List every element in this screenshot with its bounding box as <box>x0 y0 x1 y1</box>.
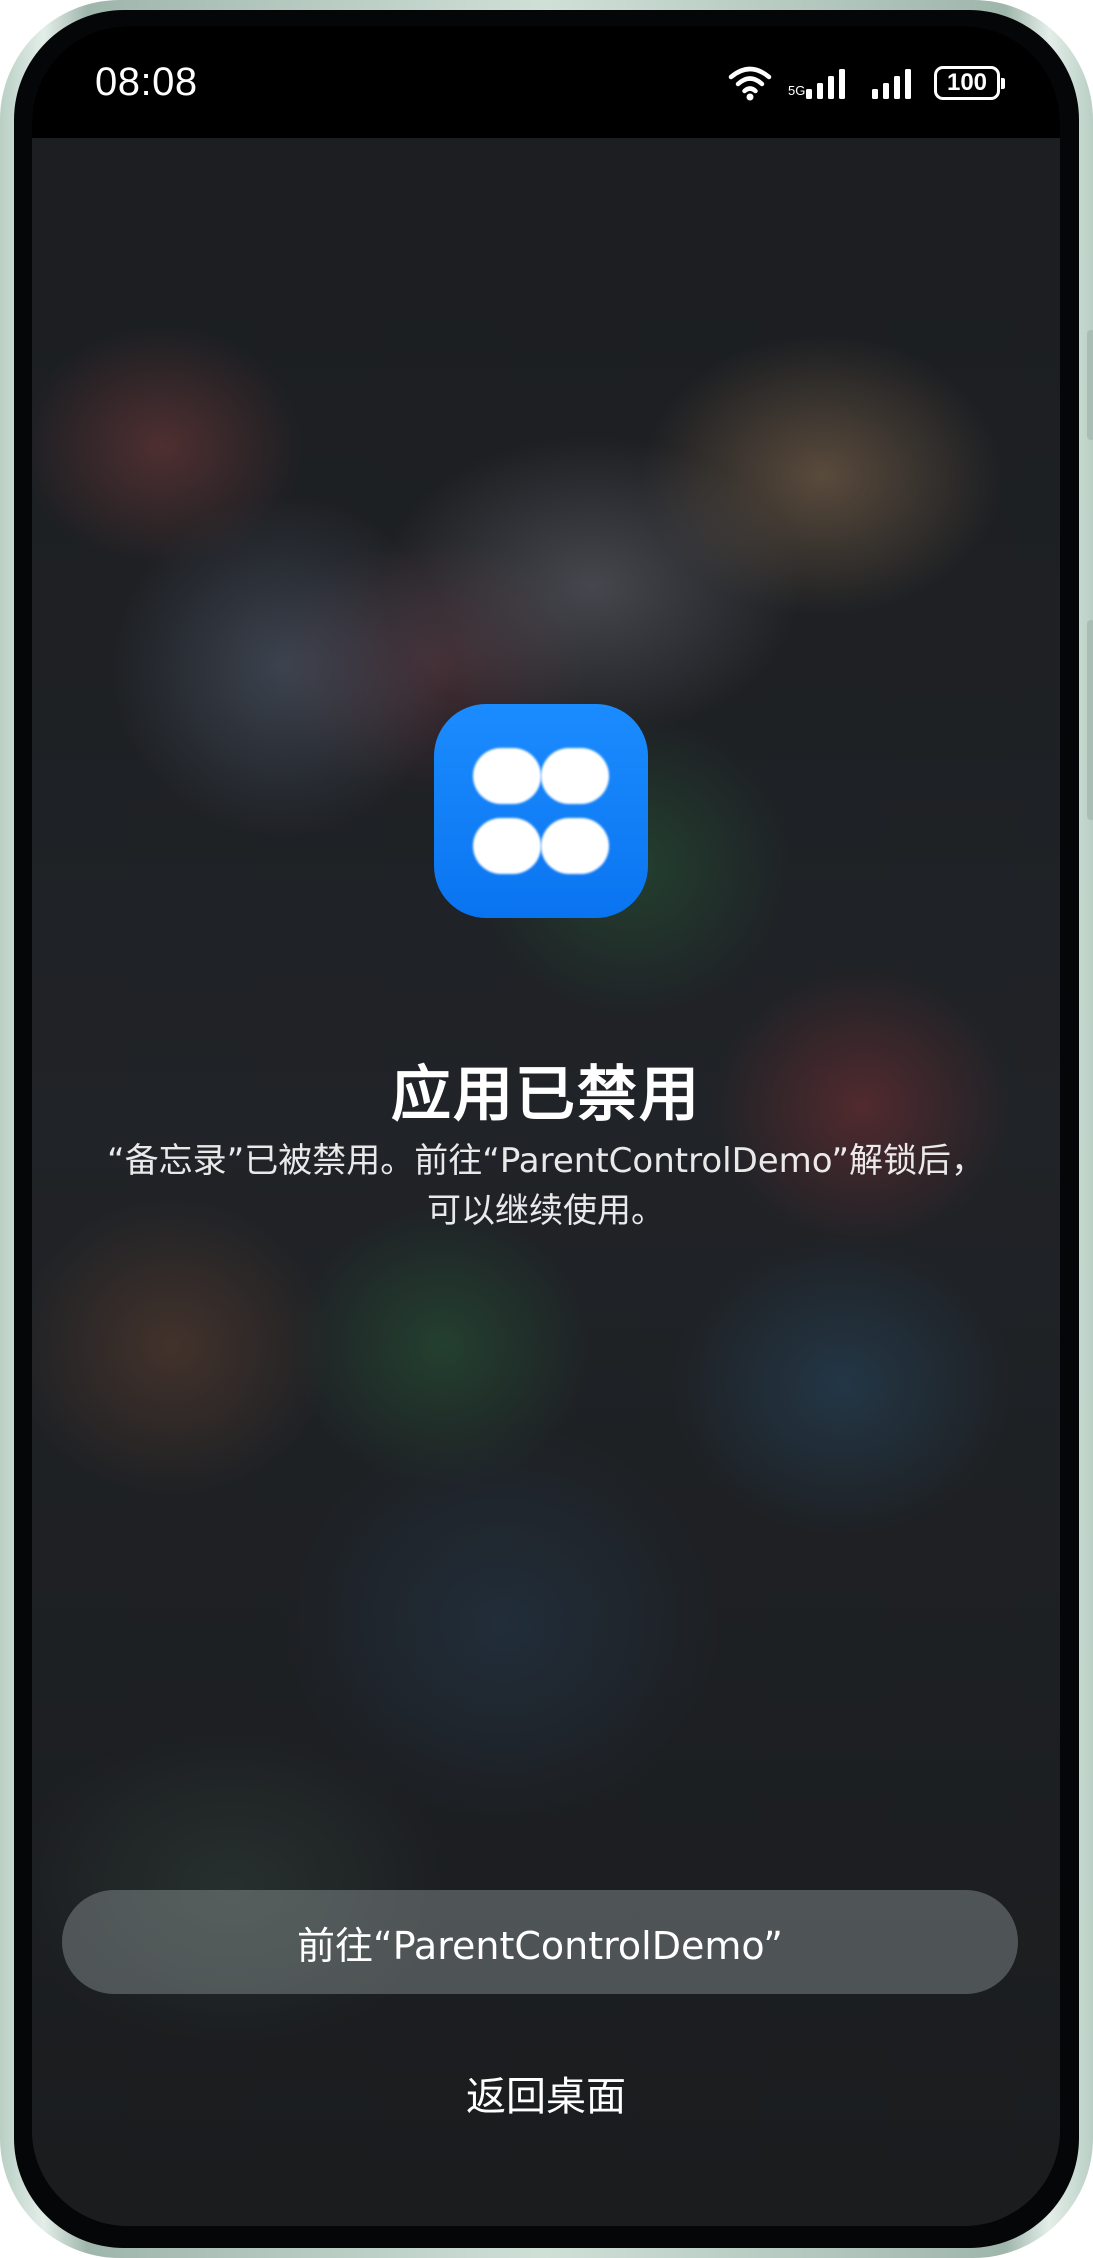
battery-level: 100 <box>946 69 988 96</box>
status-bar: 08:08 5G 100 <box>32 26 1060 138</box>
screen: 08:08 5G 100 应用已禁用 “备忘录”已被禁用。前往“ParentCo… <box>32 26 1060 2226</box>
volume-button <box>1087 330 1093 440</box>
phone-frame: 08:08 5G 100 应用已禁用 “备忘录”已被禁用。前往“ParentCo… <box>0 0 1093 2258</box>
status-time: 08:08 <box>95 60 198 104</box>
return-home-button[interactable]: 返回桌面 <box>32 2064 1060 2122</box>
wifi-icon <box>728 66 772 101</box>
disabled-title: 应用已禁用 <box>391 1060 701 1130</box>
signal-icon: 5G <box>788 69 845 99</box>
battery-icon: 100 <box>934 66 1005 100</box>
svg-text:5G: 5G <box>788 83 805 98</box>
disabled-message: “备忘录”已被禁用。前往“ParentControlDemo”解锁后，可以继续使… <box>106 1141 985 1231</box>
power-button <box>1087 620 1093 820</box>
four-petal-app-icon <box>434 704 648 918</box>
status-icons: 5G 100 <box>728 58 1005 108</box>
signal-icon <box>872 69 911 99</box>
go-to-parentcontrol-button[interactable]: 前往“ParentControlDemo” <box>62 1890 1018 1994</box>
